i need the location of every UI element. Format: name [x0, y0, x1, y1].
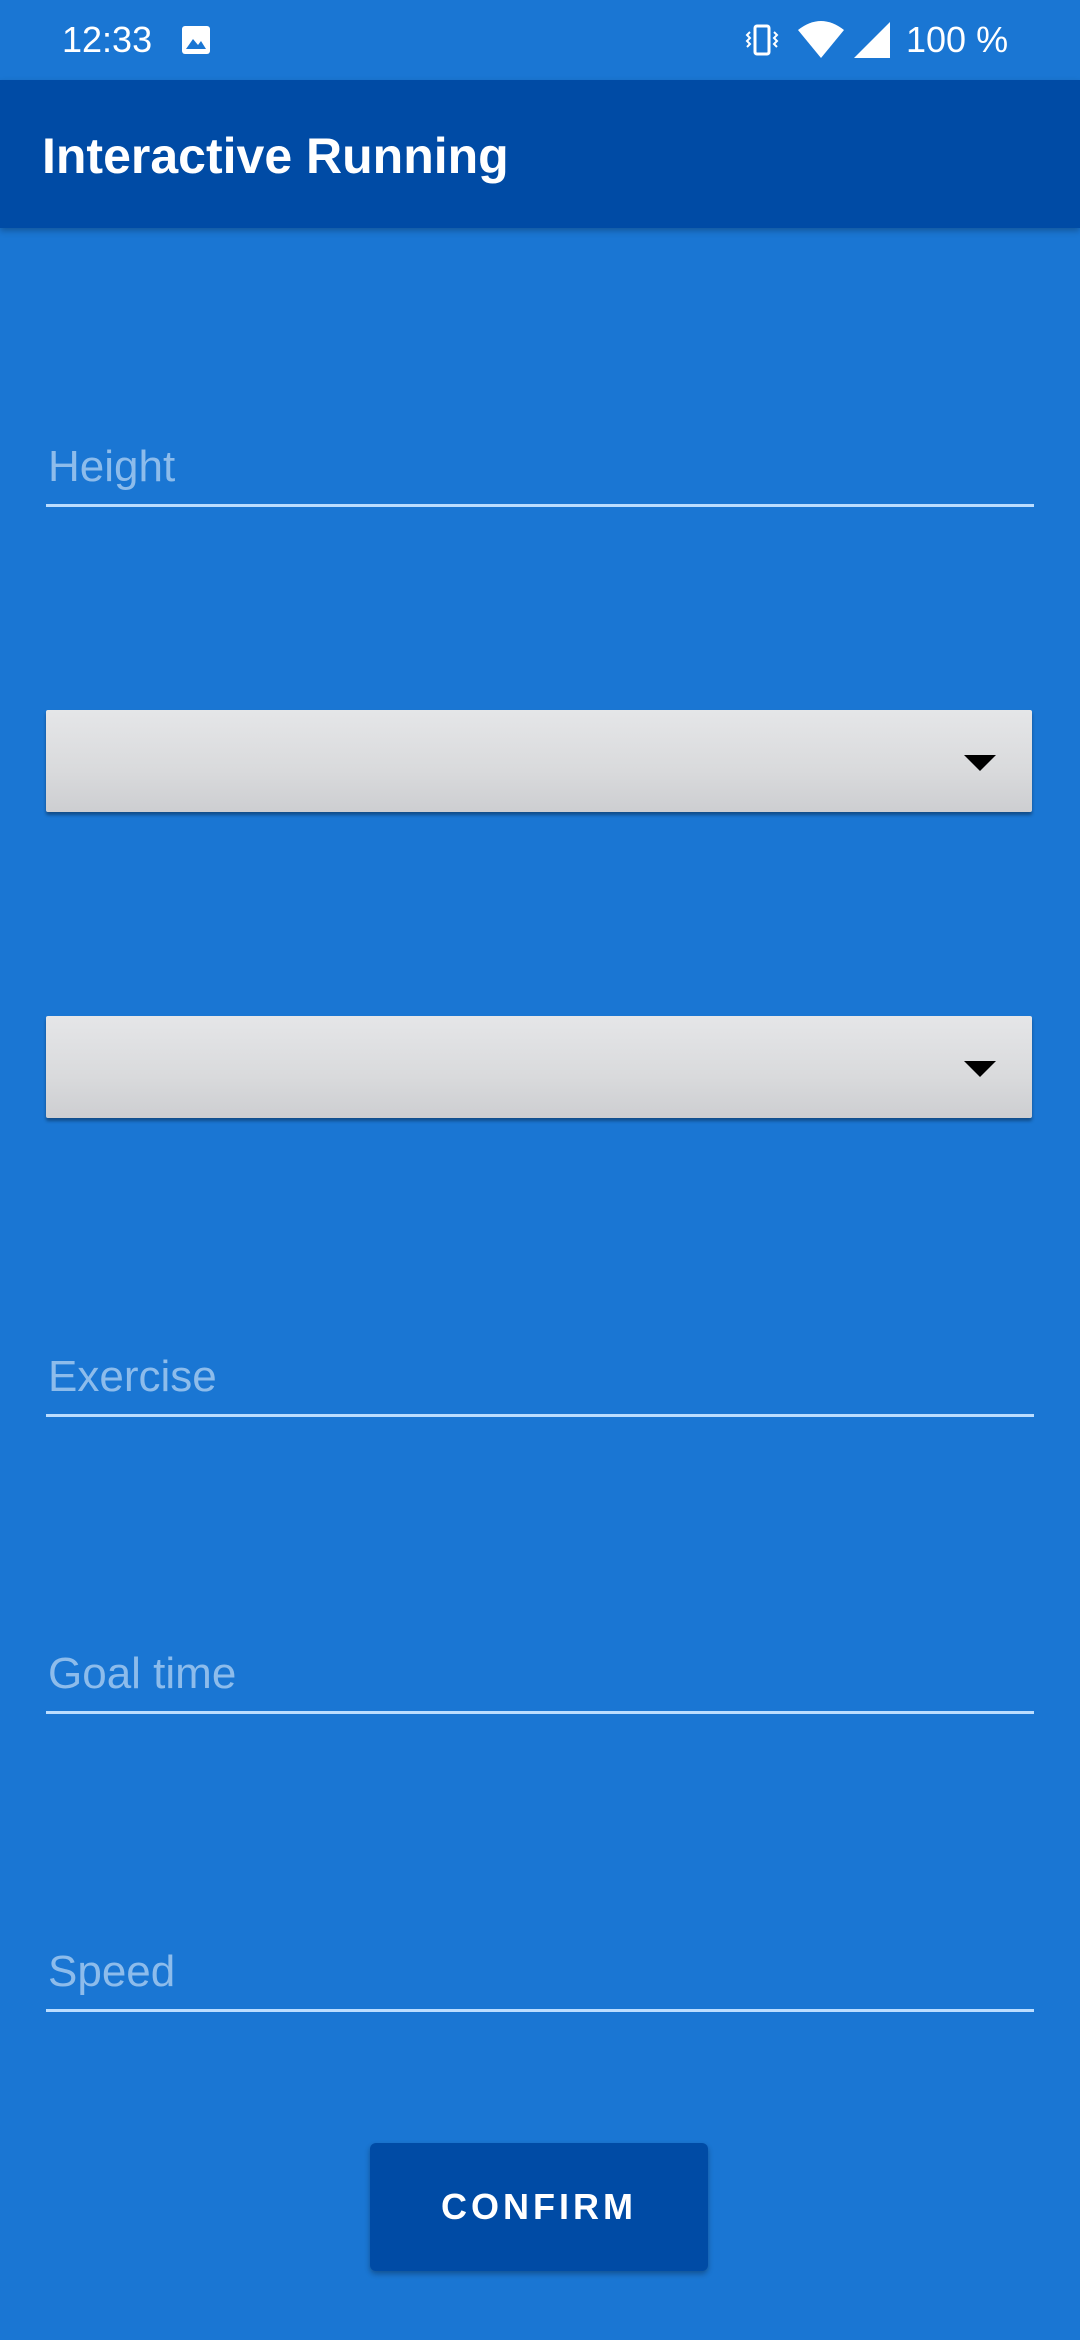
- wifi-icon: [796, 20, 846, 60]
- exercise-placeholder: Exercise: [48, 1352, 217, 1401]
- chevron-down-icon: [964, 1061, 996, 1077]
- confirm-button-label: CONFIRM: [441, 2186, 637, 2227]
- dropdown-1[interactable]: [46, 710, 1032, 812]
- exercise-input[interactable]: Exercise: [46, 1334, 1034, 1417]
- confirm-button[interactable]: CONFIRM: [370, 2143, 708, 2271]
- goal-time-placeholder: Goal time: [48, 1649, 237, 1698]
- dropdown-2[interactable]: [46, 1016, 1032, 1118]
- status-time: 12:33: [62, 19, 153, 60]
- status-bar: 12:33 100 %: [0, 0, 1080, 80]
- chevron-down-icon: [964, 755, 996, 771]
- speed-input[interactable]: Speed: [46, 1929, 1034, 2012]
- height-input[interactable]: Height: [46, 424, 1034, 507]
- vibrate-icon: [742, 20, 782, 60]
- speed-placeholder: Speed: [48, 1947, 176, 1996]
- app-bar: Interactive Running: [0, 80, 1080, 228]
- app-title: Interactive Running: [42, 128, 509, 184]
- gallery-icon: [180, 24, 212, 56]
- signal-icon: [852, 20, 892, 60]
- goal-time-input[interactable]: Goal time: [46, 1631, 1034, 1714]
- battery-percent: 100 %: [906, 19, 1009, 60]
- height-placeholder: Height: [48, 442, 176, 491]
